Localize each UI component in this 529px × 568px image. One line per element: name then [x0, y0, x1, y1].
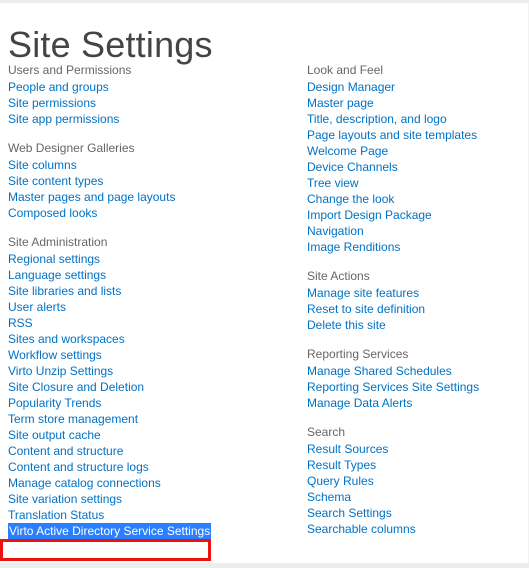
settings-link-content-and-structure[interactable]: Content and structure [8, 443, 123, 459]
settings-link-manage-site-features[interactable]: Manage site features [307, 285, 419, 301]
settings-link-change-the-look[interactable]: Change the look [307, 191, 394, 207]
settings-column-right: Look and Feel Design Manager Master page Ti… [307, 62, 522, 537]
settings-group-reporting-services: Reporting Services Manage Shared Schedule… [307, 346, 522, 411]
group-heading-web-designer-galleries: Web Designer Galleries [8, 141, 135, 155]
settings-link-reporting-services-site-settings[interactable]: Reporting Services Site Settings [307, 379, 479, 395]
settings-link-workflow-settings[interactable]: Workflow settings [8, 347, 102, 363]
settings-link-regional-settings[interactable]: Regional settings [8, 251, 100, 267]
settings-link-rss[interactable]: RSS [8, 315, 33, 331]
settings-link-people-and-groups[interactable]: People and groups [8, 79, 109, 95]
settings-link-query-rules[interactable]: Query Rules [307, 473, 374, 489]
settings-link-translation-status[interactable]: Translation Status [8, 507, 104, 523]
settings-link-user-alerts[interactable]: User alerts [8, 299, 66, 315]
settings-link-language-settings[interactable]: Language settings [8, 267, 106, 283]
settings-group-look-and-feel: Look and Feel Design Manager Master page Ti… [307, 62, 522, 255]
settings-link-navigation[interactable]: Navigation [307, 223, 364, 239]
settings-link-popularity-trends[interactable]: Popularity Trends [8, 395, 101, 411]
group-heading-site-actions: Site Actions [307, 269, 370, 283]
settings-link-site-columns[interactable]: Site columns [8, 157, 77, 173]
settings-link-reset-to-site-definition[interactable]: Reset to site definition [307, 301, 425, 317]
settings-link-import-design-package[interactable]: Import Design Package [307, 207, 432, 223]
settings-column-left: Users and Permissions People and groups Si… [8, 62, 298, 539]
settings-link-virto-unzip-settings[interactable]: Virto Unzip Settings [8, 363, 113, 379]
settings-link-master-page[interactable]: Master page [307, 95, 374, 111]
top-divider [0, 0, 529, 3]
settings-link-title-description-and-logo[interactable]: Title, description, and logo [307, 111, 447, 127]
settings-link-site-app-permissions[interactable]: Site app permissions [8, 111, 119, 127]
settings-link-device-channels[interactable]: Device Channels [307, 159, 398, 175]
settings-link-result-sources[interactable]: Result Sources [307, 441, 388, 457]
settings-link-delete-this-site[interactable]: Delete this site [307, 317, 386, 333]
settings-link-site-closure-and-deletion[interactable]: Site Closure and Deletion [8, 379, 144, 395]
settings-link-site-output-cache[interactable]: Site output cache [8, 427, 101, 443]
group-heading-search: Search [307, 425, 346, 439]
group-heading-look-and-feel: Look and Feel [307, 63, 384, 77]
settings-link-manage-shared-schedules[interactable]: Manage Shared Schedules [307, 363, 452, 379]
settings-link-schema[interactable]: Schema [307, 489, 351, 505]
settings-link-tree-view[interactable]: Tree view [307, 175, 359, 191]
settings-link-manage-data-alerts[interactable]: Manage Data Alerts [307, 395, 412, 411]
group-heading-site-administration: Site Administration [8, 235, 108, 249]
settings-link-master-pages-and-page-layouts[interactable]: Master pages and page layouts [8, 189, 175, 205]
settings-link-design-manager[interactable]: Design Manager [307, 79, 395, 95]
bottom-divider [0, 563, 529, 568]
annotation-highlight-box [0, 539, 211, 561]
settings-link-content-and-structure-logs[interactable]: Content and structure logs [8, 459, 149, 475]
settings-link-site-content-types[interactable]: Site content types [8, 173, 103, 189]
settings-link-result-types[interactable]: Result Types [307, 457, 376, 473]
settings-link-manage-catalog-connections[interactable]: Manage catalog connections [8, 475, 161, 491]
settings-group-search: Search Result Sources Result Types Query Ru… [307, 424, 522, 537]
settings-link-image-renditions[interactable]: Image Renditions [307, 239, 400, 255]
settings-link-welcome-page[interactable]: Welcome Page [307, 143, 388, 159]
settings-link-sites-and-workspaces[interactable]: Sites and workspaces [8, 331, 125, 347]
settings-link-page-layouts-and-site-templates[interactable]: Page layouts and site templates [307, 127, 477, 143]
settings-link-searchable-columns[interactable]: Searchable columns [307, 521, 416, 537]
group-heading-users-and-permissions: Users and Permissions [8, 63, 132, 77]
settings-group-site-administration: Site Administration Regional settings Lang… [8, 234, 298, 539]
settings-link-site-variation-settings[interactable]: Site variation settings [8, 491, 122, 507]
settings-link-site-libraries-and-lists[interactable]: Site libraries and lists [8, 283, 121, 299]
settings-link-composed-looks[interactable]: Composed looks [8, 205, 97, 221]
site-settings-page: Site Settings Users and Permissions Peopl… [0, 0, 529, 568]
settings-link-virto-active-directory-service-settings[interactable]: Virto Active Directory Service Settings [8, 523, 212, 539]
settings-group-site-actions: Site Actions Manage site features Reset to… [307, 268, 522, 333]
settings-group-web-designer-galleries: Web Designer Galleries Site columns Site c… [8, 140, 298, 221]
settings-link-site-permissions[interactable]: Site permissions [8, 95, 96, 111]
settings-link-search-settings[interactable]: Search Settings [307, 505, 392, 521]
group-heading-reporting-services: Reporting Services [307, 347, 409, 361]
settings-group-users-and-permissions: Users and Permissions People and groups Si… [8, 62, 298, 127]
settings-link-term-store-management[interactable]: Term store management [8, 411, 138, 427]
